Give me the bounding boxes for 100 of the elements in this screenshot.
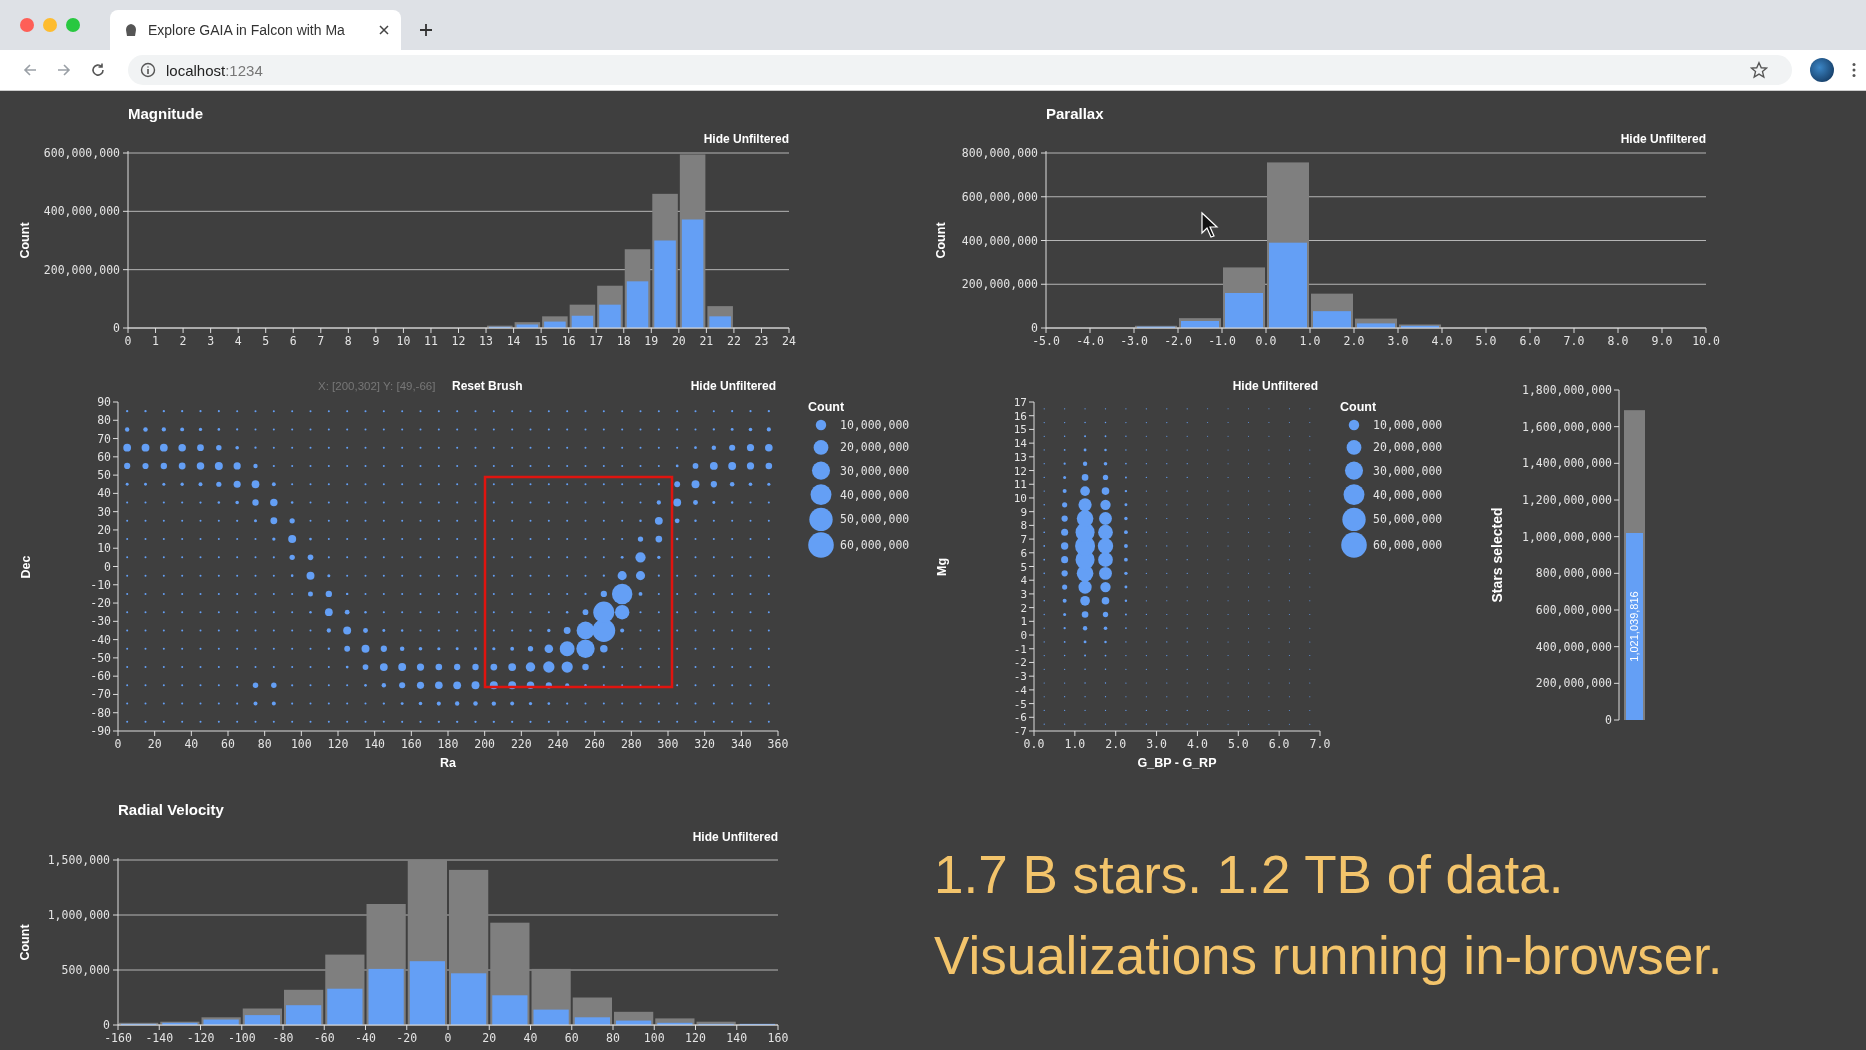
x-tick-label: 3.0 bbox=[1387, 334, 1409, 348]
x-tick-label: 8.0 bbox=[1607, 334, 1629, 348]
x-tick-label: 6 bbox=[289, 334, 297, 348]
y-tick-label: 10 bbox=[97, 541, 111, 556]
y-tick-label: 500,000 bbox=[61, 963, 110, 977]
x-tick-label: 340 bbox=[730, 737, 752, 751]
y-tick-label: 10 bbox=[1013, 491, 1027, 505]
x-tick-label: 21 bbox=[699, 334, 714, 348]
x-tick-label: 5 bbox=[262, 334, 270, 348]
y-tick-label: 5 bbox=[1020, 560, 1027, 574]
x-tick-label: 6.0 bbox=[1519, 334, 1541, 348]
y-tick-label: 14 bbox=[1013, 437, 1027, 451]
x-tick-label: 200 bbox=[474, 737, 496, 751]
y-tick-label: 20 bbox=[97, 522, 111, 537]
x-tick-label: 0 bbox=[124, 334, 132, 348]
x-tick-label: 0 bbox=[444, 1031, 452, 1045]
y-tick-label: 6 bbox=[1020, 546, 1027, 560]
x-tick-label: 12 bbox=[451, 334, 466, 348]
x-tick-label: -120 bbox=[186, 1031, 215, 1045]
x-tick-label: 300 bbox=[657, 737, 679, 751]
x-tick-label: 24 bbox=[782, 334, 796, 348]
y-tick-label: 15 bbox=[1013, 423, 1027, 437]
y-tick-label: 1,000,000,000 bbox=[1522, 529, 1612, 544]
y-tick-label: 90 bbox=[97, 395, 111, 409]
y-tick-label: -6 bbox=[1013, 711, 1027, 725]
y-tick-label: 200,000,000 bbox=[43, 262, 120, 277]
bar-value-label: 1,021,039,816 bbox=[1628, 591, 1640, 662]
y-tick-label: 0 bbox=[1605, 713, 1612, 727]
legend-label: 40,000,000 bbox=[1373, 487, 1443, 502]
y-tick-label: -80 bbox=[90, 705, 111, 720]
x-tick-label: 16 bbox=[561, 334, 576, 348]
x-tick-label: 10.0 bbox=[1692, 334, 1720, 348]
x-tick-label: -20 bbox=[396, 1031, 418, 1045]
x-tick-label: 80 bbox=[257, 737, 272, 751]
x-tick-label: 23 bbox=[754, 334, 769, 348]
legend-label: 20,000,000 bbox=[840, 440, 910, 455]
y-tick-label: 16 bbox=[1013, 409, 1027, 423]
y-tick-label: -4 bbox=[1013, 683, 1027, 697]
x-tick-label: 180 bbox=[437, 737, 459, 751]
x-tick-label: 160 bbox=[767, 1031, 789, 1045]
y-tick-label: 13 bbox=[1013, 450, 1027, 464]
x-axis-label: Ra bbox=[440, 756, 456, 770]
legend-label: 10,000,000 bbox=[840, 418, 910, 432]
y-tick-label: 1,400,000,000 bbox=[1522, 456, 1612, 471]
x-tick-label: -3.0 bbox=[1120, 334, 1148, 348]
x-tick-label: 40 bbox=[523, 1031, 538, 1045]
x-tick-label: 100 bbox=[643, 1031, 665, 1045]
chart-title: Radial Velocity bbox=[118, 801, 224, 818]
y-tick-label: -20 bbox=[90, 596, 111, 611]
x-tick-label: 9.0 bbox=[1651, 334, 1673, 348]
x-tick-label: 2 bbox=[179, 334, 187, 348]
y-tick-label: -60 bbox=[90, 669, 111, 684]
y-tick-label: -10 bbox=[90, 577, 111, 592]
y-tick-label: 0 bbox=[113, 321, 120, 335]
x-tick-label: 1.0 bbox=[1064, 737, 1086, 751]
x-tick-label: 20 bbox=[482, 1031, 497, 1045]
y-tick-label: 1,500,000 bbox=[47, 853, 110, 867]
legend-label: 60,000,000 bbox=[1373, 538, 1443, 552]
y-tick-label: 80 bbox=[97, 413, 111, 428]
x-tick-label: 120 bbox=[685, 1031, 706, 1045]
x-tick-label: 15 bbox=[534, 334, 549, 348]
x-tick-label: 18 bbox=[616, 334, 631, 348]
x-tick-label: 10 bbox=[396, 334, 411, 348]
x-tick-label: 320 bbox=[694, 737, 716, 751]
legend-label: 30,000,000 bbox=[1373, 463, 1443, 478]
x-tick-label: 100 bbox=[290, 737, 312, 751]
x-tick-label: 20 bbox=[147, 737, 162, 751]
x-tick-label: 220 bbox=[510, 737, 532, 751]
y-axis-label: Mg bbox=[935, 557, 949, 577]
y-axis-label: Dec bbox=[19, 555, 33, 579]
x-tick-label: 5.0 bbox=[1227, 737, 1249, 751]
y-tick-label: 11 bbox=[1013, 478, 1027, 492]
y-tick-label: -90 bbox=[90, 724, 111, 738]
y-axis-label: Count bbox=[18, 222, 32, 259]
y-tick-label: 2 bbox=[1020, 601, 1027, 615]
legend-title: Count bbox=[808, 400, 845, 414]
y-tick-label: 4 bbox=[1020, 574, 1027, 588]
x-tick-label: 7.0 bbox=[1309, 737, 1331, 751]
y-tick-label: 70 bbox=[97, 431, 111, 446]
y-tick-label: -70 bbox=[90, 687, 111, 702]
y-tick-label: 1 bbox=[1020, 615, 1027, 629]
x-tick-label: 20 bbox=[671, 334, 686, 348]
y-tick-label: 50 bbox=[97, 468, 111, 483]
y-tick-label: 0 bbox=[104, 559, 111, 574]
x-tick-label: -60 bbox=[313, 1031, 335, 1045]
x-tick-label: 3.0 bbox=[1146, 737, 1167, 751]
y-tick-label: -40 bbox=[90, 632, 111, 647]
x-tick-label: -100 bbox=[227, 1031, 256, 1045]
x-tick-label: -140 bbox=[145, 1031, 174, 1045]
chart-title: Magnitude bbox=[128, 105, 203, 122]
x-tick-label: 140 bbox=[726, 1031, 748, 1045]
x-tick-label: 160 bbox=[400, 737, 422, 751]
x-tick-label: 4 bbox=[234, 334, 242, 348]
x-tick-label: 19 bbox=[644, 334, 659, 348]
y-tick-label: 3 bbox=[1020, 587, 1027, 601]
y-tick-label: -5 bbox=[1013, 697, 1027, 711]
legend-label: 60,000,000 bbox=[840, 538, 910, 552]
x-tick-label: 2.0 bbox=[1343, 334, 1365, 348]
y-tick-label: 200,000,000 bbox=[1535, 676, 1612, 691]
x-tick-label: 7 bbox=[317, 334, 325, 348]
